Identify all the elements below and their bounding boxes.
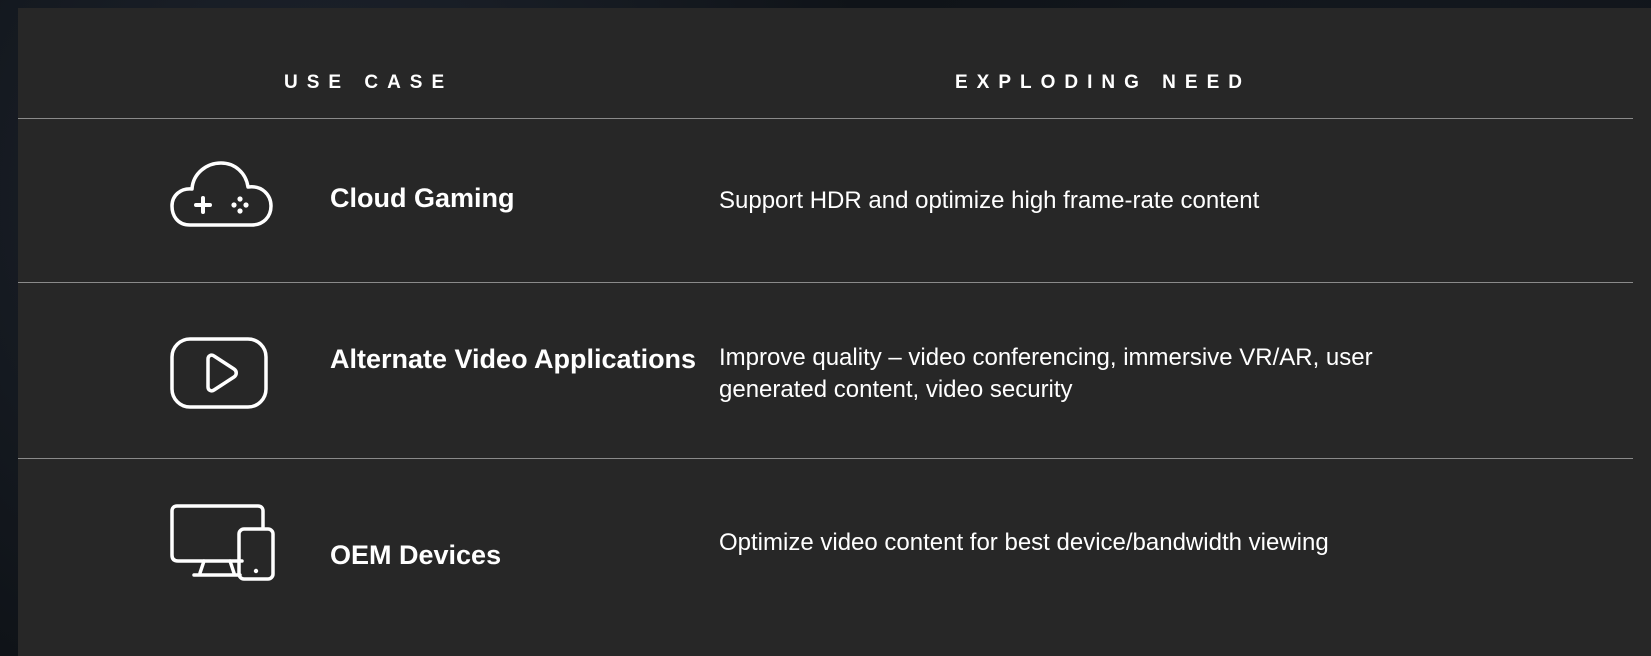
table-row: Alternate Video Applications Improve qua… bbox=[18, 283, 1651, 458]
use-case-table: USE CASE EXPLODING NEED Cloud Gaming Sup… bbox=[18, 8, 1651, 656]
use-case-label: Alternate Video Applications bbox=[330, 344, 697, 374]
table-row: OEM Devices Optimize video content for b… bbox=[18, 459, 1651, 656]
need-description: Improve quality – video conferencing, im… bbox=[719, 344, 1373, 403]
cloud-gaming-icon bbox=[168, 159, 274, 229]
monitor-tablet-icon bbox=[168, 503, 278, 583]
use-case-column-header: USE CASE bbox=[284, 72, 454, 93]
need-description: Optimize video content for best device/b… bbox=[719, 529, 1329, 556]
use-case-label: OEM Devices bbox=[330, 540, 502, 570]
exploding-need-column-header: EXPLODING NEED bbox=[955, 72, 1251, 93]
use-case-label: Cloud Gaming bbox=[330, 183, 515, 213]
play-video-icon bbox=[168, 335, 270, 411]
need-description: Support HDR and optimize high frame-rate… bbox=[719, 187, 1260, 214]
table-header: USE CASE EXPLODING NEED bbox=[18, 8, 1651, 125]
table-row: Cloud Gaming Support HDR and optimize hi… bbox=[18, 119, 1651, 282]
slide-background: USE CASE EXPLODING NEED Cloud Gaming Sup… bbox=[0, 0, 1651, 656]
